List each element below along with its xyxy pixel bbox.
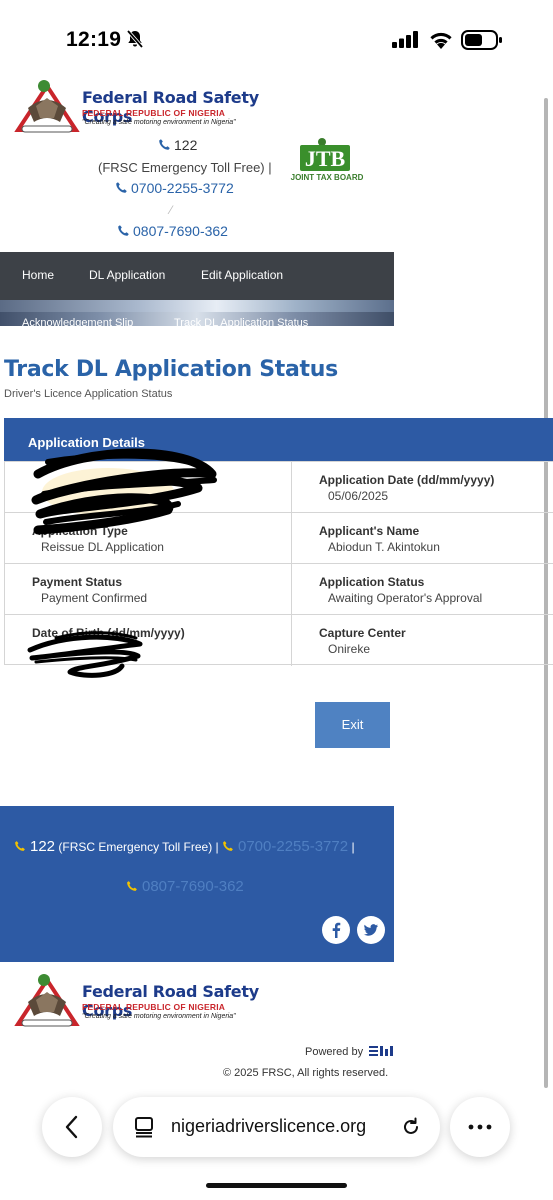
- exit-button[interactable]: Exit: [315, 702, 390, 748]
- table-cell: Applicant's Name Abiodun T. Akintokun: [292, 513, 553, 564]
- twitter-button[interactable]: [357, 916, 385, 944]
- org-tagline: "Creating a safe motoring environment in…: [82, 1013, 236, 1020]
- org-tagline: "Creating a safe motoring environment in…: [82, 119, 236, 126]
- applicant-name-value: Abiodun T. Akintokun: [328, 540, 440, 554]
- jtb-logo[interactable]: JTB JOINT TAX BOARD: [280, 137, 380, 187]
- date-of-birth-label: Date of Birth (dd/mm/yyyy): [32, 626, 185, 640]
- nav-home[interactable]: Home: [22, 268, 54, 282]
- page-menu-icon[interactable]: [133, 1116, 155, 1138]
- footer-phone-1[interactable]: 0700-2255-3772: [238, 838, 348, 855]
- org-country: FEDERAL REPUBLIC OF NIGERIA: [82, 108, 226, 118]
- footer-toll-number: 122: [30, 838, 56, 855]
- table-cell: Date of Birth (dd/mm/yyyy): [5, 615, 292, 666]
- nav-dl-application[interactable]: DL Application: [89, 268, 165, 282]
- main-nav: Home DL Application Edit Application: [0, 252, 394, 300]
- url-text[interactable]: nigeriadriverslicence.org: [171, 1116, 366, 1137]
- payment-status-value: Payment Confirmed: [41, 591, 148, 605]
- phone-icon: [118, 225, 129, 236]
- table-cell: Application Status Awaiting Operator's A…: [292, 564, 553, 615]
- org-country: FEDERAL REPUBLIC OF NIGERIA: [82, 1002, 226, 1012]
- phone-icon: [15, 841, 25, 851]
- breadcrumb-acknowledgement-slip[interactable]: Acknowledgement Slip: [22, 317, 133, 326]
- footer-contact-line-2: 0807-7690-362: [126, 878, 244, 896]
- status-time: 12:19: [66, 28, 122, 51]
- copyright: © 2025 FRSC, All rights reserved.: [223, 1067, 389, 1079]
- table-cell: Application Date (dd/mm/yyyy) 05/06/2025: [292, 462, 553, 513]
- application-type-label: Application Type: [32, 524, 128, 538]
- application-status-label: Application Status: [319, 575, 425, 589]
- chevron-left-icon: [65, 1115, 78, 1139]
- wifi-icon: [430, 32, 452, 49]
- capture-center-value: Onireke: [328, 642, 371, 656]
- application-type-value: Reissue DL Application: [41, 540, 164, 554]
- nav-edit-application[interactable]: Edit Application: [201, 268, 283, 282]
- phone-icon: [223, 841, 233, 851]
- twitter-icon: [363, 924, 378, 936]
- footer-phone-2[interactable]: 0807-7690-362: [142, 878, 244, 895]
- footer: 122 (FRSC Emergency Toll Free) | 0700-22…: [0, 806, 394, 962]
- table-cell: Capture Center Onireke: [292, 615, 553, 666]
- jtb-label: JOINT TAX BOARD: [290, 173, 364, 182]
- phone-icon: [116, 182, 127, 193]
- nav-banner: Acknowledgement Slip Track DL Applicatio…: [0, 300, 394, 326]
- bell-slash-icon: [126, 29, 144, 49]
- table-cell: Payment Status Payment Confirmed: [5, 564, 292, 615]
- frsc-emblem-icon: [14, 80, 80, 133]
- ellipsis-icon: [468, 1124, 492, 1130]
- application-status-value: Awaiting Operator's Approval: [328, 591, 483, 605]
- home-indicator[interactable]: [206, 1183, 347, 1188]
- breadcrumb-track-status[interactable]: Track DL Application Status: [174, 317, 308, 326]
- cellular-signal-icon: [392, 31, 418, 48]
- powered-by: Powered by: [305, 1045, 394, 1058]
- phone-icon: [159, 139, 170, 150]
- details-header: Application Details: [4, 418, 553, 461]
- footer-pipe: |: [351, 840, 355, 854]
- toll-free-number: 122: [158, 137, 197, 153]
- battery-icon: [461, 30, 502, 50]
- jtb-emblem-icon: JTB: [300, 138, 350, 171]
- toll-free-label: (FRSC Emergency Toll Free) |: [98, 160, 272, 175]
- jtb-letters: JTB: [305, 146, 346, 171]
- phone-link-2[interactable]: 0807-7690-362: [117, 223, 228, 239]
- applicant-name-label: Applicant's Name: [319, 524, 420, 538]
- frsc-logo[interactable]: Federal Road Safety Corps FEDERAL REPUBL…: [14, 78, 304, 140]
- address-bar[interactable]: nigeriadriverslicence.org: [113, 1097, 440, 1157]
- phone-icon: [127, 881, 137, 891]
- page-title: Track DL Application Status: [4, 357, 338, 382]
- phone-2-text[interactable]: 0807-7690-362: [133, 223, 228, 239]
- footer-toll-label: (FRSC Emergency Toll Free) |: [58, 840, 219, 854]
- table-cell: Application Type Reissue DL Application: [5, 513, 292, 564]
- phone-link-1[interactable]: 0700-2255-3772: [115, 180, 234, 196]
- payment-status-label: Payment Status: [32, 575, 123, 589]
- details-title: Application Details: [28, 435, 146, 450]
- application-date-label: Application Date (dd/mm/yyyy): [319, 473, 495, 487]
- frsc-footer-logo[interactable]: Federal Road Safety Corps FEDERAL REPUBL…: [14, 972, 304, 1034]
- table-row: Application Type Reissue DL Application …: [5, 512, 553, 564]
- phone-separator: ⁄: [170, 203, 173, 217]
- details-table: Application Date (dd/mm/yyyy) 05/06/2025…: [4, 461, 553, 666]
- facebook-button[interactable]: [322, 916, 350, 944]
- capture-center-label: Capture Center: [319, 626, 406, 640]
- frsc-emblem-icon: [14, 974, 80, 1027]
- more-button[interactable]: [450, 1097, 510, 1157]
- page-subtitle: Driver's Licence Application Status: [4, 388, 173, 400]
- reload-icon[interactable]: [400, 1116, 422, 1138]
- back-button[interactable]: [42, 1097, 102, 1157]
- phone-1-text[interactable]: 0700-2255-3772: [131, 180, 234, 196]
- application-date-value: 05/06/2025: [328, 489, 389, 503]
- facebook-icon: [332, 922, 341, 938]
- powered-by-text: Powered by: [305, 1046, 364, 1058]
- vendor-logo-icon: [369, 1046, 394, 1056]
- table-row: Payment Status Payment Confirmed Applica…: [5, 563, 553, 615]
- status-bar: 12:19: [0, 0, 553, 80]
- table-row: Date of Birth (dd/mm/yyyy) Capture Cente…: [5, 614, 553, 666]
- table-row: Application Date (dd/mm/yyyy) 05/06/2025: [5, 461, 553, 513]
- footer-contact-line-1: 122 (FRSC Emergency Toll Free) | 0700-22…: [14, 838, 355, 855]
- table-cell: [5, 462, 292, 513]
- toll-number-text: 122: [174, 137, 198, 153]
